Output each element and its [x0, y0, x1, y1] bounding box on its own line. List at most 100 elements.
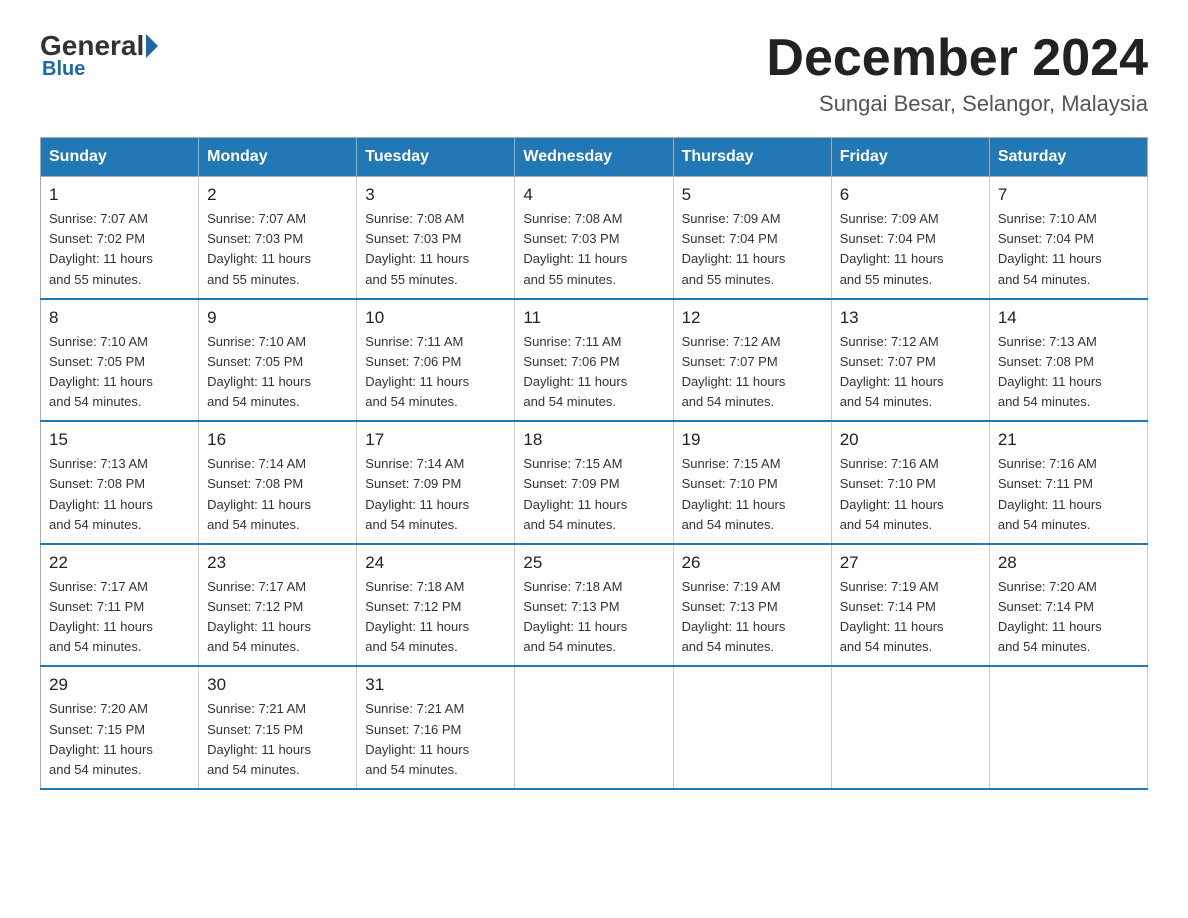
- calendar-cell: 21 Sunrise: 7:16 AMSunset: 7:11 PMDayligh…: [989, 421, 1147, 544]
- calendar-cell: 18 Sunrise: 7:15 AMSunset: 7:09 PMDayligh…: [515, 421, 673, 544]
- day-number: 18: [523, 430, 664, 450]
- day-number: 19: [682, 430, 823, 450]
- day-info: Sunrise: 7:10 AMSunset: 7:05 PMDaylight:…: [207, 332, 348, 413]
- calendar-cell: 22 Sunrise: 7:17 AMSunset: 7:11 PMDayligh…: [41, 544, 199, 667]
- day-info: Sunrise: 7:21 AMSunset: 7:15 PMDaylight:…: [207, 699, 348, 780]
- calendar-cell: 31 Sunrise: 7:21 AMSunset: 7:16 PMDayligh…: [357, 666, 515, 789]
- day-number: 8: [49, 308, 190, 328]
- day-number: 21: [998, 430, 1139, 450]
- day-info: Sunrise: 7:16 AMSunset: 7:10 PMDaylight:…: [840, 454, 981, 535]
- day-info: Sunrise: 7:10 AMSunset: 7:04 PMDaylight:…: [998, 209, 1139, 290]
- month-title: December 2024: [766, 30, 1148, 87]
- logo-triangle-icon: [146, 34, 158, 58]
- calendar-cell: 14 Sunrise: 7:13 AMSunset: 7:08 PMDayligh…: [989, 299, 1147, 422]
- calendar-table: SundayMondayTuesdayWednesdayThursdayFrid…: [40, 137, 1148, 790]
- calendar-cell: 5Sunrise: 7:09 AMSunset: 7:04 PMDaylight…: [673, 177, 831, 299]
- day-number: 2: [207, 185, 348, 205]
- calendar-cell: 16Sunrise: 7:14 AMSunset: 7:08 PMDayligh…: [199, 421, 357, 544]
- calendar-cell: 20 Sunrise: 7:16 AMSunset: 7:10 PMDayligh…: [831, 421, 989, 544]
- day-number: 11: [523, 308, 664, 328]
- day-info: Sunrise: 7:09 AMSunset: 7:04 PMDaylight:…: [682, 209, 823, 290]
- day-info: Sunrise: 7:18 AMSunset: 7:12 PMDaylight:…: [365, 577, 506, 658]
- calendar-cell: 30 Sunrise: 7:21 AMSunset: 7:15 PMDayligh…: [199, 666, 357, 789]
- calendar-cell: 12Sunrise: 7:12 AMSunset: 7:07 PMDayligh…: [673, 299, 831, 422]
- calendar-cell: 13Sunrise: 7:12 AMSunset: 7:07 PMDayligh…: [831, 299, 989, 422]
- calendar-body: 1 Sunrise: 7:07 AMSunset: 7:02 PMDaylight…: [41, 177, 1148, 789]
- weekday-header-friday: Friday: [831, 138, 989, 177]
- weekday-header-saturday: Saturday: [989, 138, 1147, 177]
- calendar-week-row: 8 Sunrise: 7:10 AMSunset: 7:05 PMDaylight…: [41, 299, 1148, 422]
- day-info: Sunrise: 7:14 AMSunset: 7:09 PMDaylight:…: [365, 454, 506, 535]
- calendar-week-row: 29Sunrise: 7:20 AMSunset: 7:15 PMDayligh…: [41, 666, 1148, 789]
- day-number: 4: [523, 185, 664, 205]
- logo: General Blue: [40, 30, 162, 81]
- day-info: Sunrise: 7:19 AMSunset: 7:14 PMDaylight:…: [840, 577, 981, 658]
- calendar-cell: 4Sunrise: 7:08 AMSunset: 7:03 PMDaylight…: [515, 177, 673, 299]
- calendar-cell: 17Sunrise: 7:14 AMSunset: 7:09 PMDayligh…: [357, 421, 515, 544]
- calendar-cell: [673, 666, 831, 789]
- calendar-cell: 24 Sunrise: 7:18 AMSunset: 7:12 PMDayligh…: [357, 544, 515, 667]
- calendar-week-row: 15 Sunrise: 7:13 AMSunset: 7:08 PMDayligh…: [41, 421, 1148, 544]
- day-number: 27: [840, 553, 981, 573]
- calendar-cell: 8 Sunrise: 7:10 AMSunset: 7:05 PMDaylight…: [41, 299, 199, 422]
- day-info: Sunrise: 7:13 AMSunset: 7:08 PMDaylight:…: [49, 454, 190, 535]
- page-header: General Blue December 2024 Sungai Besar,…: [40, 30, 1148, 117]
- day-info: Sunrise: 7:10 AMSunset: 7:05 PMDaylight:…: [49, 332, 190, 413]
- day-info: Sunrise: 7:15 AMSunset: 7:10 PMDaylight:…: [682, 454, 823, 535]
- logo-blue-part: [144, 34, 162, 58]
- calendar-cell: 27 Sunrise: 7:19 AMSunset: 7:14 PMDayligh…: [831, 544, 989, 667]
- weekday-header-tuesday: Tuesday: [357, 138, 515, 177]
- calendar-cell: 26Sunrise: 7:19 AMSunset: 7:13 PMDayligh…: [673, 544, 831, 667]
- day-number: 15: [49, 430, 190, 450]
- calendar-cell: 15 Sunrise: 7:13 AMSunset: 7:08 PMDayligh…: [41, 421, 199, 544]
- day-info: Sunrise: 7:14 AMSunset: 7:08 PMDaylight:…: [207, 454, 348, 535]
- calendar-cell: 7 Sunrise: 7:10 AMSunset: 7:04 PMDaylight…: [989, 177, 1147, 299]
- day-number: 31: [365, 675, 506, 695]
- day-info: Sunrise: 7:13 AMSunset: 7:08 PMDaylight:…: [998, 332, 1139, 413]
- weekday-header-row: SundayMondayTuesdayWednesdayThursdayFrid…: [41, 138, 1148, 177]
- calendar-cell: [831, 666, 989, 789]
- day-info: Sunrise: 7:07 AMSunset: 7:02 PMDaylight:…: [49, 209, 190, 290]
- day-info: Sunrise: 7:17 AMSunset: 7:12 PMDaylight:…: [207, 577, 348, 658]
- day-number: 20: [840, 430, 981, 450]
- day-number: 10: [365, 308, 506, 328]
- calendar-cell: 1 Sunrise: 7:07 AMSunset: 7:02 PMDaylight…: [41, 177, 199, 299]
- calendar-cell: [989, 666, 1147, 789]
- day-info: Sunrise: 7:21 AMSunset: 7:16 PMDaylight:…: [365, 699, 506, 780]
- calendar-header: SundayMondayTuesdayWednesdayThursdayFrid…: [41, 138, 1148, 177]
- day-number: 6: [840, 185, 981, 205]
- day-info: Sunrise: 7:16 AMSunset: 7:11 PMDaylight:…: [998, 454, 1139, 535]
- calendar-cell: 28Sunrise: 7:20 AMSunset: 7:14 PMDayligh…: [989, 544, 1147, 667]
- day-info: Sunrise: 7:07 AMSunset: 7:03 PMDaylight:…: [207, 209, 348, 290]
- day-info: Sunrise: 7:12 AMSunset: 7:07 PMDaylight:…: [682, 332, 823, 413]
- calendar-cell: 10 Sunrise: 7:11 AMSunset: 7:06 PMDayligh…: [357, 299, 515, 422]
- day-info: Sunrise: 7:19 AMSunset: 7:13 PMDaylight:…: [682, 577, 823, 658]
- calendar-cell: 9 Sunrise: 7:10 AMSunset: 7:05 PMDaylight…: [199, 299, 357, 422]
- day-number: 24: [365, 553, 506, 573]
- day-number: 1: [49, 185, 190, 205]
- calendar-cell: 19 Sunrise: 7:15 AMSunset: 7:10 PMDayligh…: [673, 421, 831, 544]
- title-block: December 2024 Sungai Besar, Selangor, Ma…: [766, 30, 1148, 117]
- day-info: Sunrise: 7:20 AMSunset: 7:14 PMDaylight:…: [998, 577, 1139, 658]
- calendar-cell: [515, 666, 673, 789]
- day-number: 9: [207, 308, 348, 328]
- day-number: 23: [207, 553, 348, 573]
- day-info: Sunrise: 7:15 AMSunset: 7:09 PMDaylight:…: [523, 454, 664, 535]
- calendar-cell: 3Sunrise: 7:08 AMSunset: 7:03 PMDaylight…: [357, 177, 515, 299]
- calendar-cell: 2 Sunrise: 7:07 AMSunset: 7:03 PMDaylight…: [199, 177, 357, 299]
- day-number: 14: [998, 308, 1139, 328]
- day-info: Sunrise: 7:18 AMSunset: 7:13 PMDaylight:…: [523, 577, 664, 658]
- weekday-header-sunday: Sunday: [41, 138, 199, 177]
- calendar-week-row: 22 Sunrise: 7:17 AMSunset: 7:11 PMDayligh…: [41, 544, 1148, 667]
- day-info: Sunrise: 7:20 AMSunset: 7:15 PMDaylight:…: [49, 699, 190, 780]
- day-number: 7: [998, 185, 1139, 205]
- day-number: 30: [207, 675, 348, 695]
- day-number: 22: [49, 553, 190, 573]
- day-info: Sunrise: 7:08 AMSunset: 7:03 PMDaylight:…: [365, 209, 506, 290]
- day-info: Sunrise: 7:11 AMSunset: 7:06 PMDaylight:…: [365, 332, 506, 413]
- day-info: Sunrise: 7:17 AMSunset: 7:11 PMDaylight:…: [49, 577, 190, 658]
- calendar-cell: 11 Sunrise: 7:11 AMSunset: 7:06 PMDayligh…: [515, 299, 673, 422]
- calendar-cell: 25Sunrise: 7:18 AMSunset: 7:13 PMDayligh…: [515, 544, 673, 667]
- day-info: Sunrise: 7:11 AMSunset: 7:06 PMDaylight:…: [523, 332, 664, 413]
- calendar-cell: 6Sunrise: 7:09 AMSunset: 7:04 PMDaylight…: [831, 177, 989, 299]
